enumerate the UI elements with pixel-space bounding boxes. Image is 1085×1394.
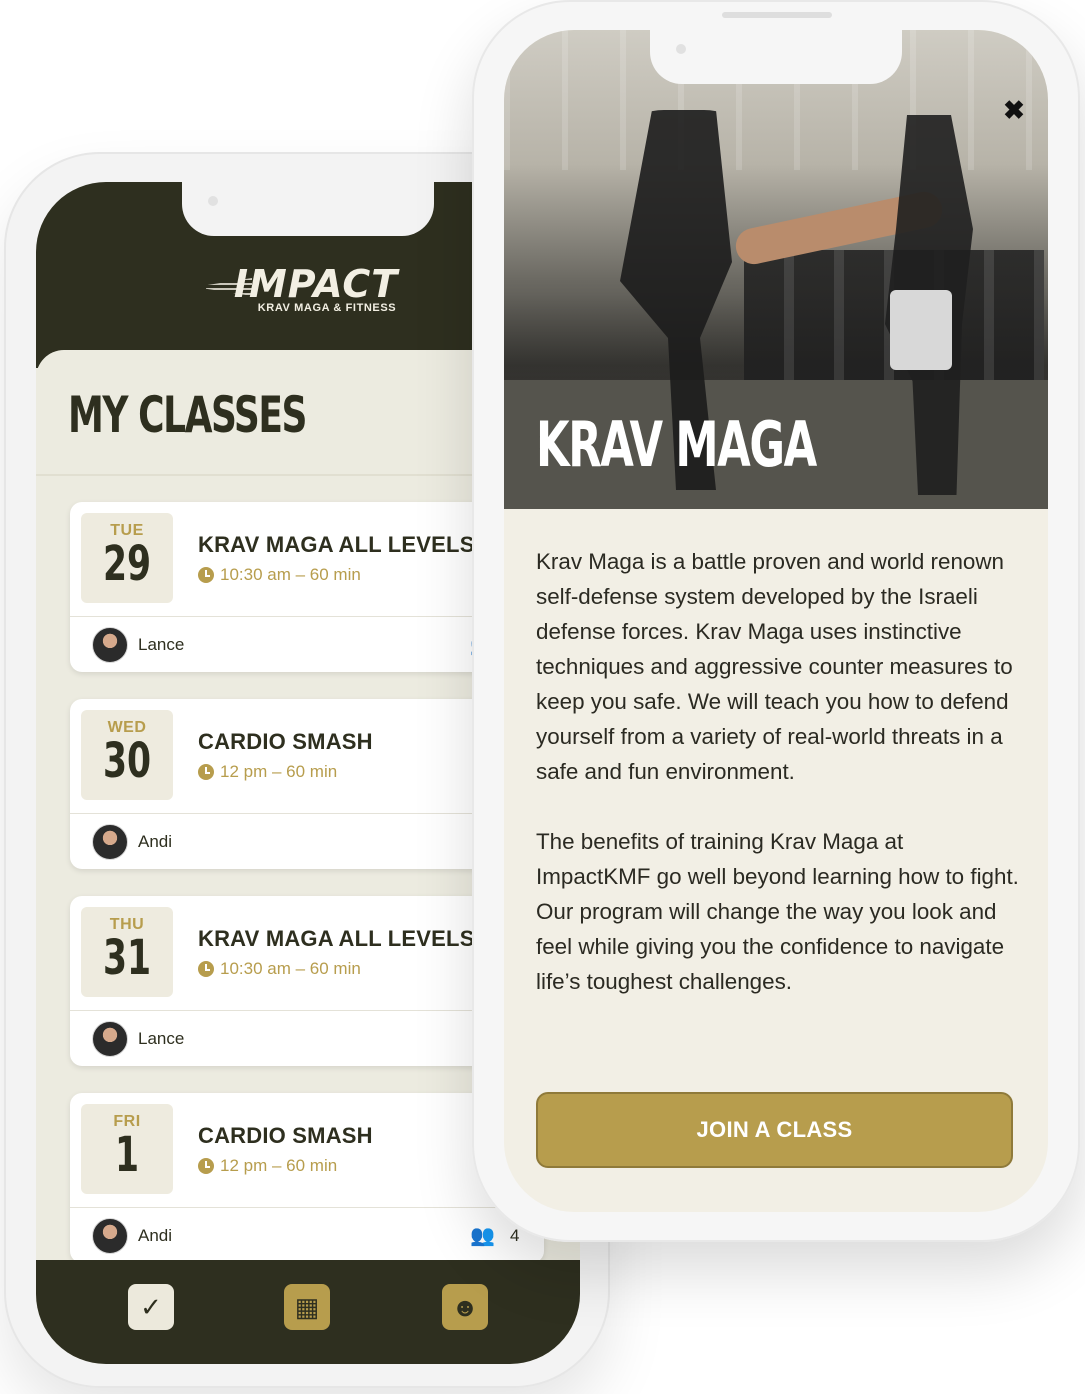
date-badge: FRI 1 xyxy=(81,1104,173,1194)
avatar xyxy=(92,1021,128,1057)
avatar xyxy=(92,627,128,663)
date-badge: TUE 29 xyxy=(81,513,173,603)
class-name: CARDIO SMASH xyxy=(198,1123,373,1148)
camera-icon xyxy=(676,44,686,54)
date-badge: THU 31 xyxy=(81,907,173,997)
class-name: KRAV MAGA ALL LEVELS xyxy=(198,532,475,557)
instructor-name: Lance xyxy=(138,635,185,654)
hero-photo: KRAV MAGA xyxy=(504,30,1048,509)
attendee-count: 4 xyxy=(510,1226,520,1245)
day-number: 30 xyxy=(102,733,152,789)
day-number: 31 xyxy=(102,930,152,986)
attendees-icon: 👥 xyxy=(470,1225,495,1247)
class-time-text: 12 pm – 60 min xyxy=(220,762,338,781)
divider xyxy=(70,1207,544,1208)
class-name: CARDIO SMASH xyxy=(198,729,373,754)
instructor-name: Andi xyxy=(138,1226,173,1245)
class-time: 12 pm – 60 min xyxy=(198,762,337,782)
class-time: 10:30 am – 60 min xyxy=(198,565,361,585)
fighter-shorts xyxy=(890,290,952,370)
clock-icon xyxy=(198,764,214,780)
nav-schedule[interactable]: ▦ xyxy=(284,1284,330,1330)
nav-profile[interactable]: ☻ xyxy=(442,1284,488,1330)
calendar-check-icon: ✓ xyxy=(140,1292,162,1322)
class-name: KRAV MAGA ALL LEVELS xyxy=(198,926,475,951)
right-phone-screen: KRAV MAGA ✖ Krav Maga is a battle proven… xyxy=(504,30,1048,1212)
class-time: 10:30 am – 60 min xyxy=(198,959,361,979)
phone-notch xyxy=(182,182,434,236)
class-time-text: 10:30 am – 60 min xyxy=(220,959,361,978)
clock-icon xyxy=(198,961,214,977)
class-description: Krav Maga is a battle proven and world r… xyxy=(536,544,1020,1034)
clock-icon xyxy=(198,567,214,583)
class-time-text: 10:30 am – 60 min xyxy=(220,565,361,584)
description-paragraph: The benefits of training Krav Maga at Im… xyxy=(536,829,1019,994)
class-title: KRAV MAGA xyxy=(536,408,817,481)
clock-icon xyxy=(198,1158,214,1174)
class-time-text: 12 pm – 60 min xyxy=(220,1156,338,1175)
instructor-name: Andi xyxy=(138,832,173,851)
camera-icon xyxy=(208,196,218,206)
logo-tagline: KRAV MAGA & FITNESS xyxy=(257,302,397,314)
speaker-grille xyxy=(722,12,832,18)
instructor-name: Lance xyxy=(138,1029,185,1048)
nav-my-classes[interactable]: ✓ xyxy=(128,1284,174,1330)
day-number: 29 xyxy=(102,536,152,592)
page-title: MY CLASSES xyxy=(68,386,307,444)
avatar xyxy=(92,824,128,860)
day-number: 1 xyxy=(114,1127,140,1183)
impact-logo: IMPACT KRAV MAGA & FITNESS xyxy=(206,264,416,314)
contact-card-icon: ☻ xyxy=(451,1292,479,1322)
avatar xyxy=(92,1218,128,1254)
calendar-grid-icon: ▦ xyxy=(294,1292,320,1322)
bottom-nav: ✓ ▦ ☻ xyxy=(36,1260,580,1364)
phone-notch xyxy=(650,30,902,84)
close-button[interactable]: ✖ xyxy=(1000,96,1028,124)
class-time: 12 pm – 60 min xyxy=(198,1156,337,1176)
description-paragraph: Krav Maga is a battle proven and world r… xyxy=(536,549,1013,784)
date-badge: WED 30 xyxy=(81,710,173,800)
join-class-button[interactable]: JOIN A CLASS xyxy=(536,1092,1013,1168)
